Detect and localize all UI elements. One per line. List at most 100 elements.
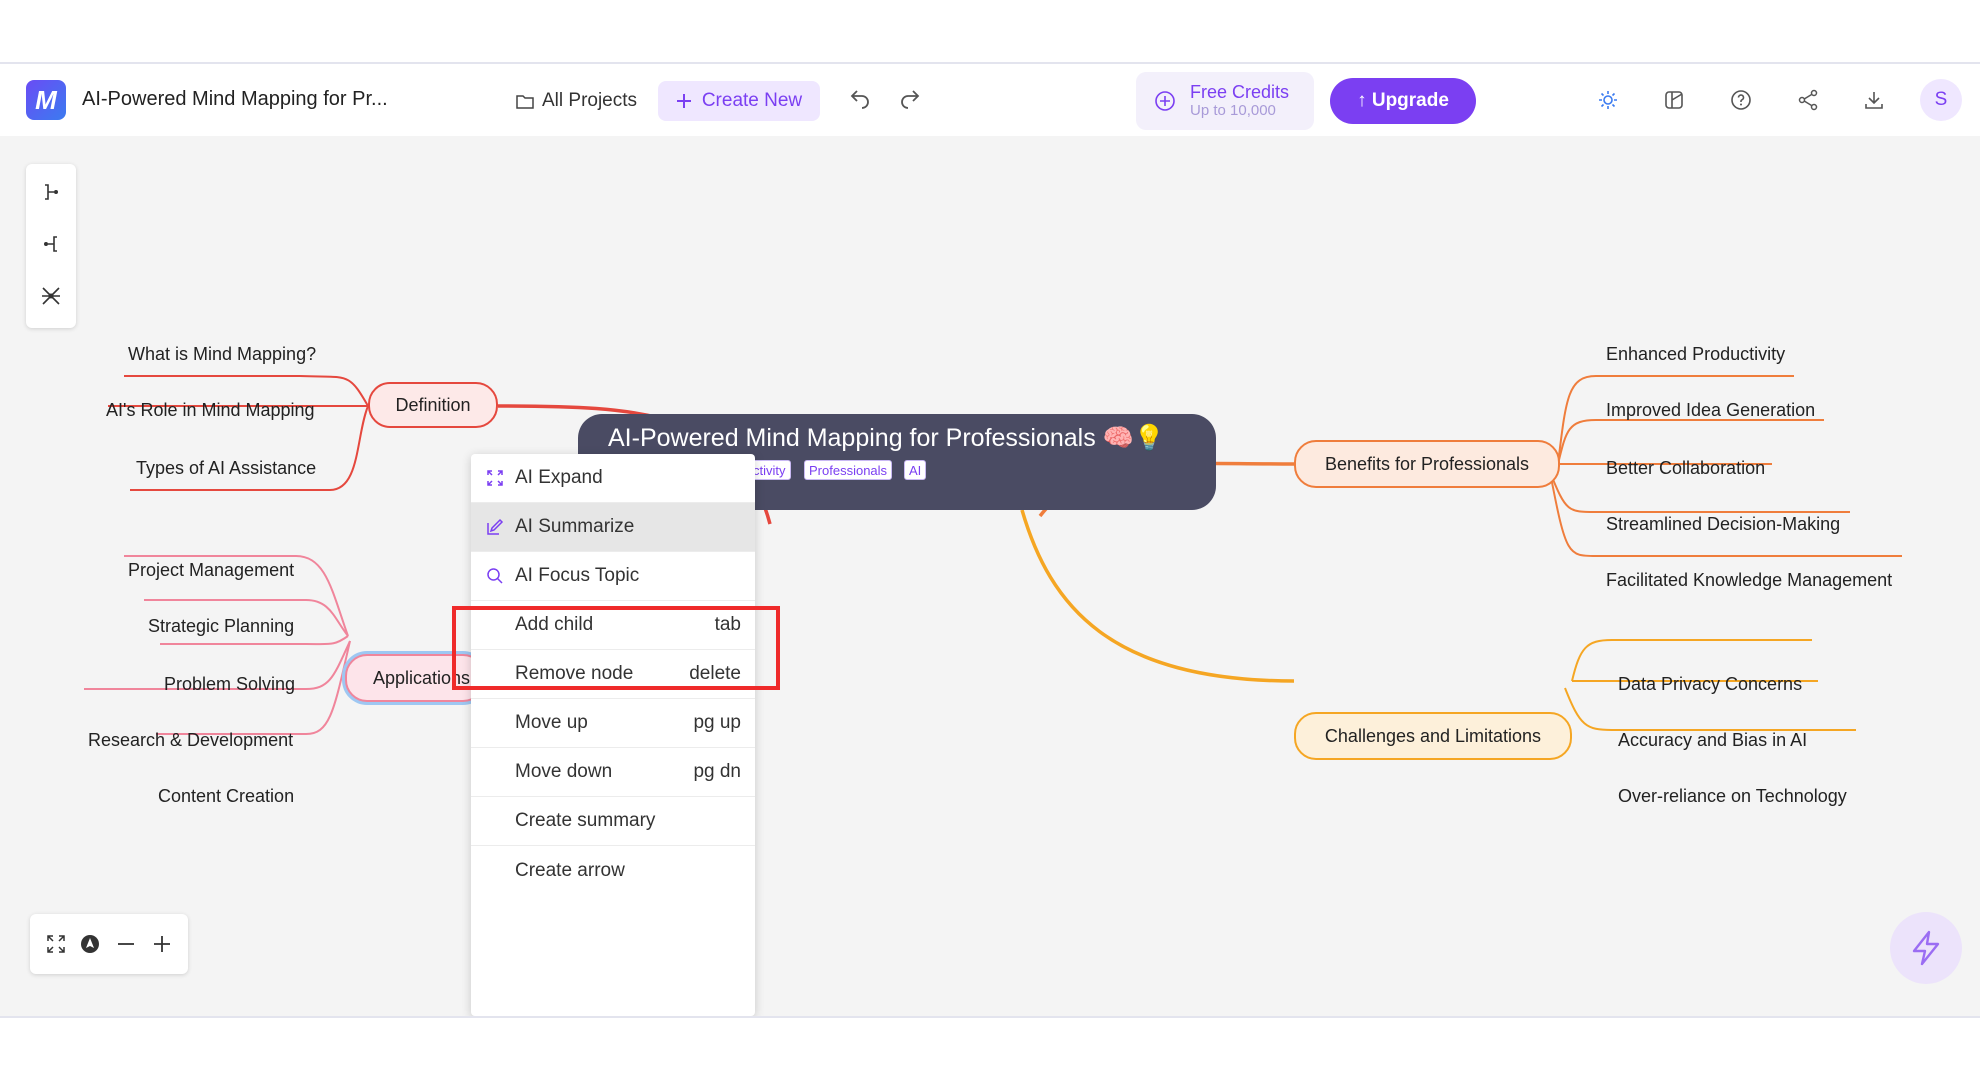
expand-icon <box>487 470 503 486</box>
fullscreen-button[interactable] <box>44 932 68 956</box>
redo-icon <box>901 90 920 109</box>
leaf-node[interactable]: Strategic Planning <box>148 616 294 637</box>
menu-item-label: Create summary <box>515 810 656 831</box>
leaf-node[interactable]: Project Management <box>128 560 294 581</box>
create-new-label: Create New <box>701 90 803 111</box>
leaf-node[interactable]: Types of AI Assistance <box>136 458 316 479</box>
create-new-button[interactable]: Create New <box>658 81 820 121</box>
credits-title: Free Credits <box>1190 82 1290 102</box>
zoom-toolbar <box>30 914 188 974</box>
document-title[interactable]: AI-Powered Mind Mapping for Pr... <box>82 88 388 111</box>
plus-circle-icon <box>1155 91 1175 111</box>
recenter-button[interactable] <box>78 932 102 956</box>
branch-applications[interactable]: Applications <box>345 654 485 702</box>
minus-icon <box>118 943 134 945</box>
leaf-node[interactable]: AI's Role in Mind Mapping <box>106 400 315 421</box>
tree-left-icon <box>44 236 57 252</box>
menu-item-move-up[interactable]: Move up pg up <box>471 699 755 748</box>
tree-right-icon <box>45 184 58 200</box>
help-icon <box>1731 90 1751 110</box>
layout-button[interactable] <box>1656 82 1692 118</box>
top-blank-area <box>0 0 1980 64</box>
menu-item-label: Move down <box>515 761 613 782</box>
share-button[interactable] <box>1790 82 1826 118</box>
theme-toggle-button[interactable] <box>1590 82 1626 118</box>
leaf-node[interactable]: Content Creation <box>158 786 294 807</box>
applications-link-3 <box>160 635 349 646</box>
credits-text: Free Credits Up to 10,000 <box>1190 82 1289 120</box>
menu-item-create-summary[interactable]: Create summary <box>471 797 755 846</box>
zoom-in-button[interactable] <box>150 932 174 956</box>
menu-item-label: Create arrow <box>515 859 625 881</box>
leaf-node[interactable]: Data Privacy Concerns <box>1618 674 1802 695</box>
logo-letter: M <box>35 84 57 115</box>
search-icon <box>487 568 503 584</box>
app-logo[interactable]: M <box>26 80 66 120</box>
fullscreen-icon <box>47 935 65 953</box>
layout-toolbar <box>26 164 76 328</box>
tag[interactable]: Professionals <box>804 460 893 480</box>
zoom-out-button[interactable] <box>114 932 138 956</box>
menu-item-ai-expand[interactable]: AI Expand <box>471 454 755 503</box>
help-button[interactable] <box>1723 82 1759 118</box>
ai-assistant-button[interactable] <box>1890 912 1962 984</box>
leaf-node[interactable]: Accuracy and Bias in AI <box>1618 730 1807 751</box>
menu-item-move-down[interactable]: Move down pg dn <box>471 748 755 797</box>
layout-icon <box>1665 91 1683 109</box>
download-button[interactable] <box>1856 82 1892 118</box>
leaf-node[interactable]: What is Mind Mapping? <box>128 344 316 365</box>
menu-item-remove-node[interactable]: Remove node delete <box>471 650 755 699</box>
central-topic-title: AI-Powered Mind Mapping for Professional… <box>608 424 1165 452</box>
mindmap-center-icon <box>42 287 60 305</box>
leaf-node[interactable]: Research & Development <box>88 730 293 751</box>
upgrade-button[interactable]: ↑ Upgrade <box>1330 78 1476 124</box>
all-projects-label: All Projects <box>542 90 638 111</box>
share-icon <box>1798 89 1818 111</box>
undo-button[interactable] <box>842 82 878 118</box>
mindmap-canvas[interactable]: What is Mind Mapping? AI's Role in Mind … <box>0 136 1980 1016</box>
folder-icon <box>516 95 534 109</box>
branch-benefits[interactable]: Benefits for Professionals <box>1294 440 1560 488</box>
credits-subtitle: Up to 10,000 <box>1190 102 1276 119</box>
context-menu: AI Expand AI Summarize AI Focus Topic Ad… <box>471 454 755 1016</box>
app-header: M AI-Powered Mind Mapping for Pr... All … <box>0 64 1980 136</box>
bottom-blank-area <box>0 1016 1980 1082</box>
tag[interactable]: AI <box>904 460 927 480</box>
menu-item-ai-focus-topic[interactable]: AI Focus Topic <box>471 552 755 601</box>
redo-button[interactable] <box>892 82 928 118</box>
all-projects-button[interactable]: All Projects <box>510 82 643 120</box>
layout-right-button[interactable] <box>39 180 63 204</box>
shortcut-key: pg up <box>693 712 741 733</box>
download-icon <box>1865 92 1883 109</box>
layout-left-button[interactable] <box>39 232 63 256</box>
edit-icon <box>487 518 504 535</box>
leaf-node[interactable]: Over-reliance on Technology <box>1618 786 1847 807</box>
layout-both-button[interactable] <box>39 284 63 308</box>
plus-icon <box>154 936 170 952</box>
shortcut-key: delete <box>689 663 741 684</box>
undo-icon <box>850 90 869 109</box>
challenges-connector <box>1020 509 1295 683</box>
shortcut-key: pg dn <box>693 761 741 782</box>
lightning-icon <box>1912 930 1940 966</box>
leaf-node[interactable]: Better Collaboration <box>1606 458 1765 479</box>
branch-definition[interactable]: Definition <box>368 382 498 428</box>
menu-item-create-arrow[interactable]: Create arrow <box>471 846 755 895</box>
menu-item-label: AI Expand <box>515 467 603 488</box>
leaf-node[interactable]: Enhanced Productivity <box>1606 344 1785 365</box>
leaf-node[interactable]: Streamlined Decision-Making <box>1606 514 1840 535</box>
sun-icon <box>1599 91 1617 109</box>
plus-icon <box>676 94 691 108</box>
branch-challenges[interactable]: Challenges and Limitations <box>1294 712 1572 760</box>
menu-item-label: Remove node <box>515 663 634 684</box>
leaf-node[interactable]: Problem Solving <box>164 674 295 695</box>
menu-item-add-child[interactable]: Add child tab <box>471 601 755 650</box>
menu-item-ai-summarize[interactable]: AI Summarize <box>471 503 755 552</box>
free-credits-button[interactable]: Free Credits Up to 10,000 <box>1136 72 1314 130</box>
locate-icon <box>81 935 99 953</box>
leaf-node[interactable]: Improved Idea Generation <box>1606 400 1815 421</box>
shortcut-key: tab <box>714 614 741 635</box>
user-avatar[interactable]: S <box>1920 79 1962 121</box>
leaf-node[interactable]: Facilitated Knowledge Management <box>1606 570 1892 591</box>
menu-item-label: AI Focus Topic <box>515 565 640 586</box>
